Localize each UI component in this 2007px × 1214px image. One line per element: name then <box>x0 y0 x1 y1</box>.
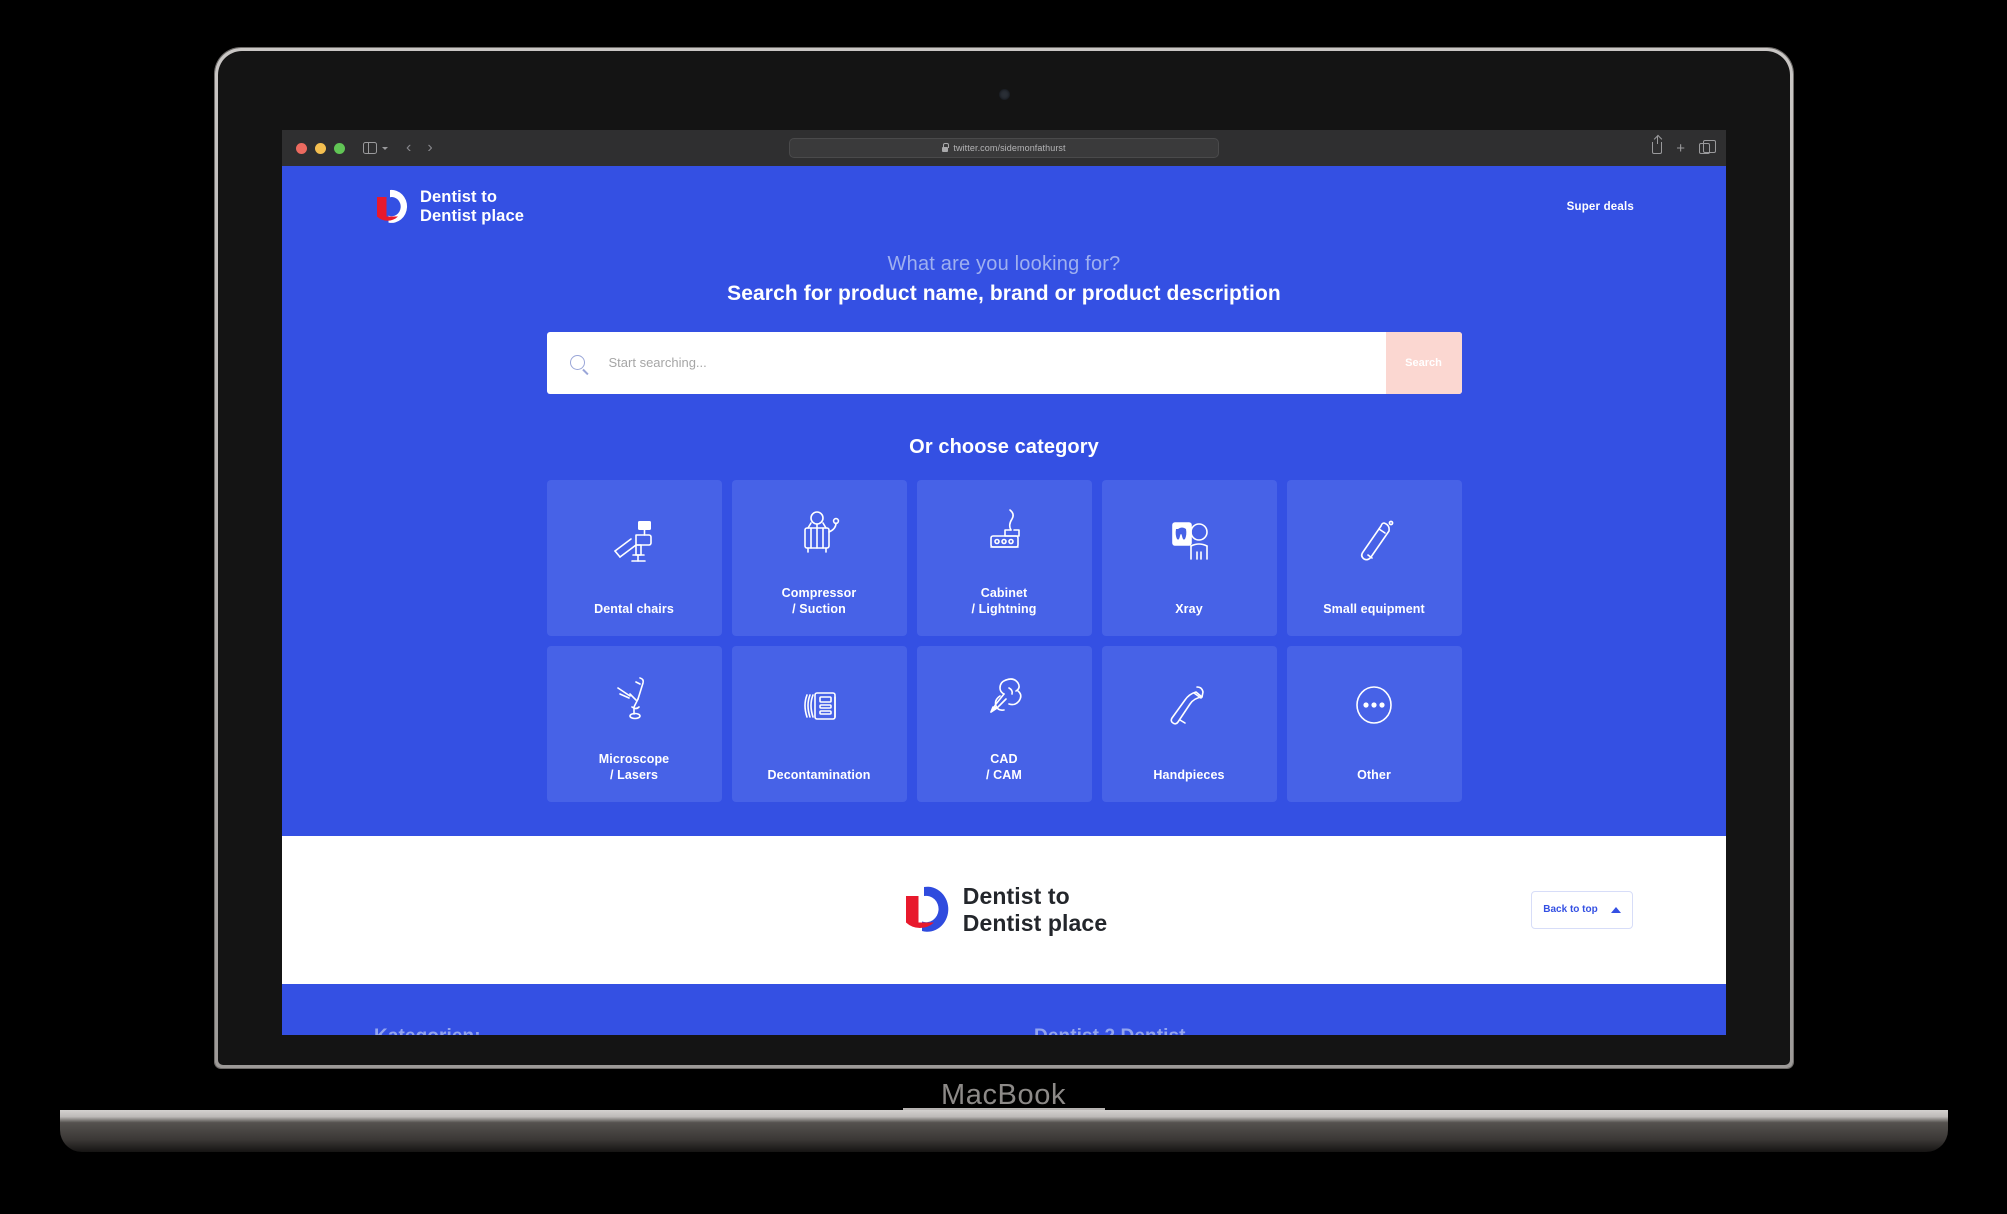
category-card-compressor-suction[interactable]: Compressor / Suction <box>731 479 907 636</box>
footer-company-title: Dentist 2 Dentist <box>1034 1026 1634 1035</box>
category-label: Handpieces <box>1153 768 1225 783</box>
footer-logo-band: Dentist to Dentist place Back to top <box>282 835 1726 984</box>
category-label: Cabinet / Lightning <box>971 585 1037 617</box>
lock-icon <box>942 143 950 152</box>
cabinet-light-icon <box>917 480 1092 585</box>
url-text: twitter.com/sidemonfathurst <box>953 143 1066 153</box>
new-tab-icon[interactable]: + <box>1676 141 1685 156</box>
xray-icon <box>1102 480 1277 602</box>
window-controls[interactable] <box>296 142 345 154</box>
category-label: CAD / CAM <box>986 751 1022 783</box>
handpiece-icon <box>1102 646 1277 768</box>
site-footer: Kategorien: Dental chairs Microscope / L… <box>282 983 1726 1035</box>
category-label: Other <box>1357 768 1391 783</box>
search-icon <box>570 355 585 371</box>
share-icon[interactable] <box>1652 136 1663 154</box>
category-card-cabinet-lightning[interactable]: Cabinet / Lightning <box>916 479 1092 636</box>
category-label: Small equipment <box>1323 602 1425 617</box>
category-label: Compressor / Suction <box>781 585 857 617</box>
search-button[interactable]: Search <box>1385 331 1462 394</box>
category-card-cad-cam[interactable]: CAD / CAM <box>916 645 1092 802</box>
footer-column-company: Dentist 2 Dentist Terms of use Privacy p… <box>1034 1026 1634 1035</box>
category-card-other[interactable]: Other <box>1286 645 1462 802</box>
search-bar: Search <box>546 331 1462 394</box>
cadcam-icon <box>917 646 1092 751</box>
close-window-button[interactable] <box>296 142 307 154</box>
back-to-top-label: Back to top <box>1543 904 1598 916</box>
screenshot-stage: ‹ › twitter.com/sidemonfathurst + Dentis… <box>0 0 2007 1214</box>
footer-logo[interactable]: Dentist to Dentist place <box>901 883 1107 937</box>
ellipsis-icon <box>1287 646 1462 768</box>
hero-eyebrow: What are you looking for? <box>887 252 1121 275</box>
macbook-base <box>60 1110 1948 1152</box>
sidebar-toggle-button[interactable] <box>363 142 388 154</box>
category-card-microscope-lasers[interactable]: Microscope / Lasers <box>546 645 722 802</box>
address-bar[interactable]: twitter.com/sidemonfathurst <box>789 138 1219 158</box>
decontamination-icon <box>732 646 907 768</box>
hero-title: Search for product name, brand or produc… <box>727 281 1281 305</box>
site-header: Dentist to Dentist place Super deals <box>282 166 1726 227</box>
dental-chair-icon <box>547 480 722 602</box>
microscope-icon <box>547 646 722 751</box>
category-grid: Dental chairs Compressor / Suction Cabin… <box>546 479 1462 802</box>
logo-text: Dentist to Dentist place <box>420 188 524 227</box>
footer-logo-text: Dentist to Dentist place <box>963 883 1107 937</box>
footer-logo-line-2: Dentist place <box>962 909 1108 936</box>
back-to-top-button[interactable]: Back to top <box>1531 890 1633 929</box>
forward-button[interactable]: › <box>427 139 432 157</box>
category-label: Decontamination <box>767 768 871 783</box>
category-card-xray[interactable]: Xray <box>1101 479 1277 636</box>
search-icon-container <box>547 355 609 371</box>
footer-logo-line-1: Dentist to <box>962 882 1070 909</box>
category-card-dental-chairs[interactable]: Dental chairs <box>546 479 722 636</box>
search-input[interactable] <box>608 355 1386 371</box>
webcam-icon <box>999 89 1010 100</box>
category-card-decontamination[interactable]: Decontamination <box>731 645 907 802</box>
sidebar-icon <box>363 142 377 154</box>
category-label: Dental chairs <box>594 602 674 617</box>
footer-categories-title: Kategorien: <box>374 1026 1034 1035</box>
browser-titlebar: ‹ › twitter.com/sidemonfathurst + <box>282 130 1726 166</box>
maximize-window-button[interactable] <box>334 142 345 154</box>
browser-window: ‹ › twitter.com/sidemonfathurst + Dentis… <box>282 130 1726 1035</box>
category-label: Xray <box>1175 602 1203 617</box>
category-card-handpieces[interactable]: Handpieces <box>1101 645 1277 802</box>
logo-mark-icon <box>377 190 408 224</box>
categories-heading: Or choose category <box>909 435 1099 458</box>
small-equipment-icon <box>1287 480 1462 602</box>
logo-line-2: Dentist place <box>420 207 524 226</box>
nav-link-super-deals[interactable]: Super deals <box>1567 201 1634 213</box>
chevron-down-icon <box>382 146 388 150</box>
category-label: Microscope / Lasers <box>598 751 670 783</box>
back-button[interactable]: ‹ <box>406 139 411 157</box>
category-card-small-equipment[interactable]: Small equipment <box>1286 479 1462 636</box>
tabs-icon[interactable] <box>1699 139 1716 154</box>
navigation-arrows[interactable]: ‹ › <box>406 139 433 157</box>
minimize-window-button[interactable] <box>315 142 326 154</box>
compressor-icon <box>732 480 907 585</box>
site-logo[interactable]: Dentist to Dentist place <box>374 188 524 227</box>
footer-column-categories: Kategorien: Dental chairs Microscope / L… <box>374 1026 1034 1035</box>
page-viewport: Dentist to Dentist place Super deals Wha… <box>282 166 1726 1035</box>
toolbar-right-actions: + <box>1652 136 1716 156</box>
logo-line-1: Dentist to <box>420 188 498 206</box>
hero-section: What are you looking for? Search for pro… <box>282 253 1726 306</box>
logo-mark-icon <box>905 886 949 932</box>
chevron-up-icon <box>1610 906 1621 913</box>
